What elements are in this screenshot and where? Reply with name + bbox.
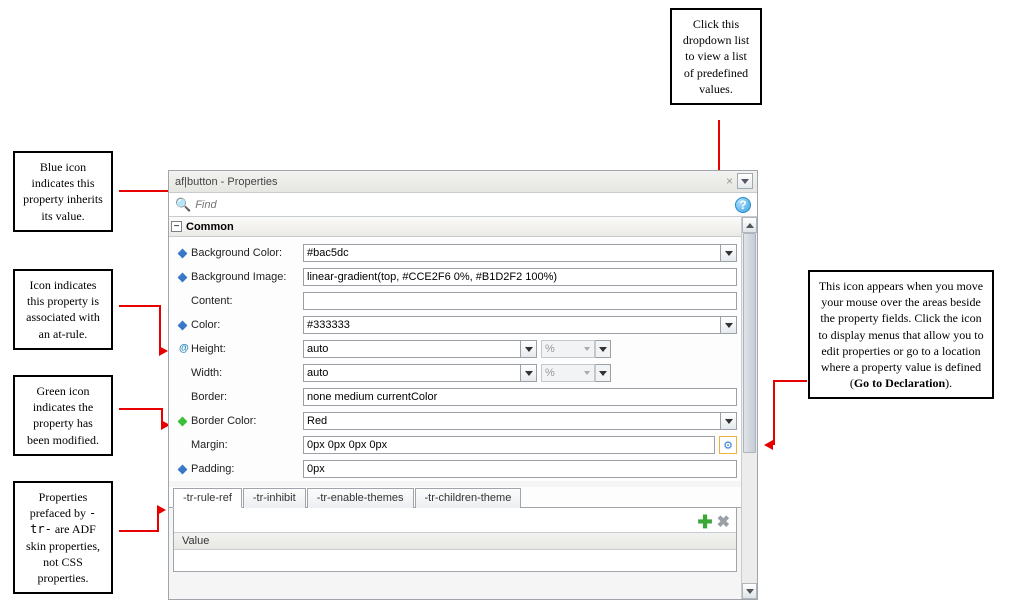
prop-row-background-image: Background Image: <box>169 265 741 289</box>
vertical-scrollbar[interactable] <box>741 217 757 599</box>
inherits-icon <box>179 272 189 282</box>
prop-label: Background Image: <box>191 271 303 283</box>
sub-tools: ✚ ✖ <box>698 512 731 533</box>
tab-tr-rule-ref[interactable]: -tr-rule-ref <box>173 488 242 508</box>
callout-tr-props: Properties prefaced by -tr- are ADF skin… <box>13 481 113 594</box>
prop-row-content: Content: <box>169 289 741 313</box>
dropdown-button[interactable] <box>721 412 737 430</box>
prop-row-border-color: Border Color: <box>169 409 741 433</box>
panel-menu-dropdown[interactable] <box>737 173 753 189</box>
callout-gear-icon: This icon appears when you move your mou… <box>808 270 994 399</box>
close-icon[interactable]: × <box>726 174 733 188</box>
prop-input-border-color[interactable] <box>303 412 721 430</box>
prop-input-width[interactable] <box>303 364 521 382</box>
dropdown-button[interactable] <box>721 244 737 262</box>
arrow-line <box>119 530 159 532</box>
no-icon <box>179 296 189 306</box>
prop-input-margin[interactable] <box>303 436 715 454</box>
modified-icon <box>179 416 189 426</box>
prop-label: Padding: <box>191 463 303 475</box>
arrow-head <box>764 440 773 450</box>
prop-input-background-color[interactable] <box>303 244 721 262</box>
callout-text: ). <box>945 376 952 390</box>
inherits-icon <box>179 248 189 258</box>
prop-input-background-image[interactable] <box>303 268 737 286</box>
delete-icon[interactable]: ✖ <box>717 512 730 533</box>
prop-label: Background Color: <box>191 247 303 259</box>
prop-row-border: Border: <box>169 385 741 409</box>
callout-tr-text: Properties prefaced by -tr- are ADF skin… <box>26 490 100 585</box>
arrow-line <box>119 190 172 192</box>
prop-row-padding: Padding: <box>169 457 741 481</box>
prop-label: Margin: <box>191 439 303 451</box>
scroll-up-button[interactable] <box>742 217 757 233</box>
prop-input-height[interactable] <box>303 340 521 358</box>
tab-tr-enable-themes[interactable]: -tr-enable-themes <box>307 488 414 508</box>
unit-select[interactable]: % <box>541 364 595 382</box>
help-icon[interactable]: ? <box>735 197 751 213</box>
prop-row-margin: Margin: ⚙ <box>169 433 741 457</box>
skin-tabs: -tr-rule-ref -tr-inhibit -tr-enable-them… <box>169 487 741 508</box>
prop-label: Content: <box>191 295 303 307</box>
section-title: Common <box>186 221 234 233</box>
tab-tr-inhibit[interactable]: -tr-inhibit <box>243 488 306 508</box>
add-icon[interactable]: ✚ <box>698 512 713 533</box>
inherits-icon <box>179 464 189 474</box>
prop-row-height: @ Height: % <box>169 337 741 361</box>
callout-text: This icon appears when you move your mou… <box>818 279 983 390</box>
callout-green-icon: Green icon indicates the property has be… <box>13 375 113 456</box>
dropdown-button[interactable] <box>721 316 737 334</box>
scroll-down-button[interactable] <box>742 583 757 599</box>
properties-list: Background Color: Background Image: Cont… <box>169 237 741 481</box>
section-header-common[interactable]: − Common <box>169 217 741 237</box>
no-icon <box>179 368 189 378</box>
prop-input-border[interactable] <box>303 388 737 406</box>
prop-row-width: Width: % <box>169 361 741 385</box>
panel-body: − Common Background Color: Background Im… <box>169 217 741 599</box>
arrow-line <box>119 305 161 307</box>
arrow-line <box>773 380 807 382</box>
callout-blue-icon: Blue icon indicates this property inheri… <box>13 151 113 232</box>
callout-dropdown: Click this dropdown list to view a list … <box>670 8 762 105</box>
arrow-head <box>157 505 166 515</box>
no-icon <box>179 392 189 402</box>
scroll-thumb[interactable] <box>743 233 756 453</box>
arrow-line <box>159 305 161 350</box>
prop-label: Color: <box>191 319 303 331</box>
tab-content-area: ✚ ✖ Value <box>173 508 737 572</box>
titlebar: af|button - Properties × <box>169 171 757 193</box>
properties-panel: af|button - Properties × 🔍 ? − Common Ba… <box>168 170 758 600</box>
prop-input-color[interactable] <box>303 316 721 334</box>
arrow-head <box>159 346 168 356</box>
prop-label: Border: <box>191 391 303 403</box>
arrow-line <box>773 380 775 445</box>
prop-input-content[interactable] <box>303 292 737 310</box>
callout-bold: Go to Declaration <box>854 376 945 390</box>
gear-icon[interactable]: ⚙ <box>719 436 737 454</box>
prop-row-color: Color: <box>169 313 741 337</box>
unit-dropdown-button[interactable] <box>595 340 611 358</box>
dropdown-button[interactable] <box>521 364 537 382</box>
at-rule-icon: @ <box>179 344 189 354</box>
column-header-value: Value <box>174 532 736 550</box>
prop-input-padding[interactable] <box>303 460 737 478</box>
search-icon: 🔍 <box>175 197 191 213</box>
unit-select[interactable]: % <box>541 340 595 358</box>
no-icon <box>179 440 189 450</box>
inherits-icon <box>179 320 189 330</box>
find-input[interactable] <box>195 199 495 211</box>
panel-title: af|button - Properties <box>175 176 278 188</box>
prop-row-background-color: Background Color: <box>169 241 741 265</box>
tab-tr-children-theme[interactable]: -tr-children-theme <box>415 488 522 508</box>
arrow-line <box>119 408 163 410</box>
find-bar: 🔍 ? <box>169 193 757 217</box>
unit-dropdown-button[interactable] <box>595 364 611 382</box>
prop-label: Width: <box>191 367 303 379</box>
prop-label: Height: <box>191 343 303 355</box>
callout-at-rule: Icon indicates this property is associat… <box>13 269 113 350</box>
dropdown-button[interactable] <box>521 340 537 358</box>
collapse-icon[interactable]: − <box>171 221 182 232</box>
prop-label: Border Color: <box>191 415 303 427</box>
